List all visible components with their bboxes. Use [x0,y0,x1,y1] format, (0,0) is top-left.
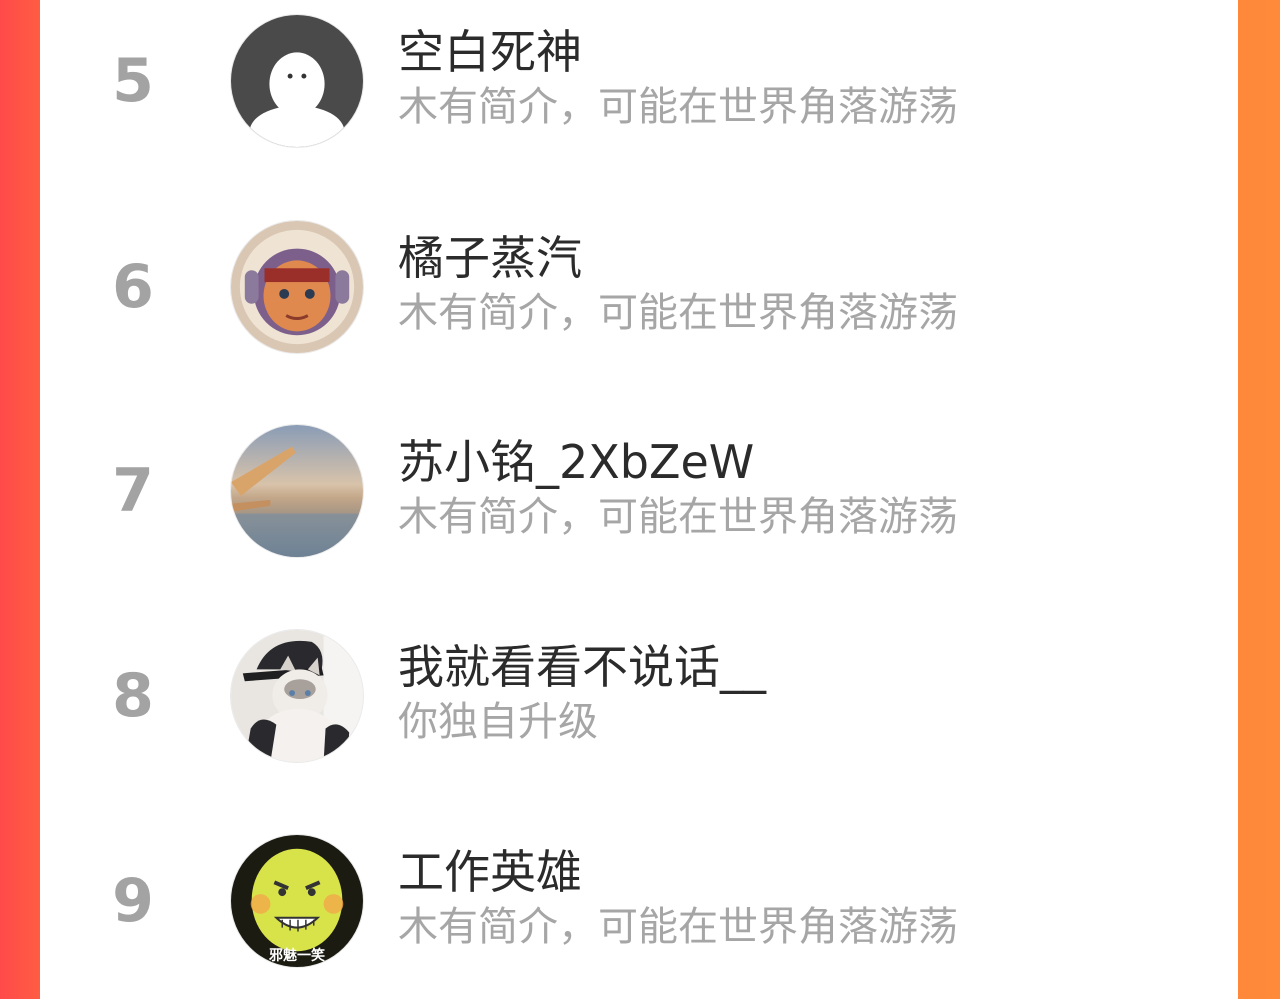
rank-number: 5 [112,46,154,116]
list-item[interactable]: 7 苏小铭_2XbZeW 木有简介，可能在世界角落游荡 [40,416,1238,566]
user-bio: 木有简介，可能在世界角落游荡 [398,494,958,540]
user-bio: 木有简介，可能在世界角落游荡 [398,84,958,130]
rank-number: 7 [112,456,154,526]
user-name[interactable]: 空白死神 [398,22,582,82]
rank-number: 9 [112,866,154,936]
user-name[interactable]: 工作英雄 [398,842,582,902]
astronaut-avatar[interactable] [230,220,364,354]
user-bio: 你独自升级 [398,699,598,745]
cat-photo-avatar[interactable] [230,629,364,763]
rank-number: 8 [112,661,154,731]
airplane-sky-avatar[interactable] [230,424,364,558]
user-name[interactable]: 苏小铭_2XbZeW [398,432,754,492]
user-name[interactable]: 我就看看不说话__ [398,637,766,697]
avatar-caption: 邪魅一笑 [269,948,325,964]
default-ghost-avatar[interactable] [230,14,364,148]
ranking-list: 5 空白死神 木有简介，可能在世界角落游荡 6 橘子蒸汽 木有简介，可能在世界角… [40,0,1238,999]
page-background: 5 空白死神 木有简介，可能在世界角落游荡 6 橘子蒸汽 木有简介，可能在世界角… [0,0,1280,999]
user-bio: 木有简介，可能在世界角落游荡 [398,904,958,950]
list-item[interactable]: 9 邪魅一笑 工作英雄 木有简介，可能在世界角落游荡 [40,826,1238,976]
rank-number: 6 [112,252,154,322]
list-item[interactable]: 8 我就看看不说话__ 你独自升级 [40,621,1238,771]
list-item[interactable]: 5 空白死神 木有简介，可能在世界角落游荡 [40,6,1238,156]
list-item[interactable]: 6 橘子蒸汽 木有简介，可能在世界角落游荡 [40,212,1238,362]
meme-face-avatar[interactable]: 邪魅一笑 [230,834,364,968]
user-name[interactable]: 橘子蒸汽 [398,228,582,288]
user-bio: 木有简介，可能在世界角落游荡 [398,290,958,336]
